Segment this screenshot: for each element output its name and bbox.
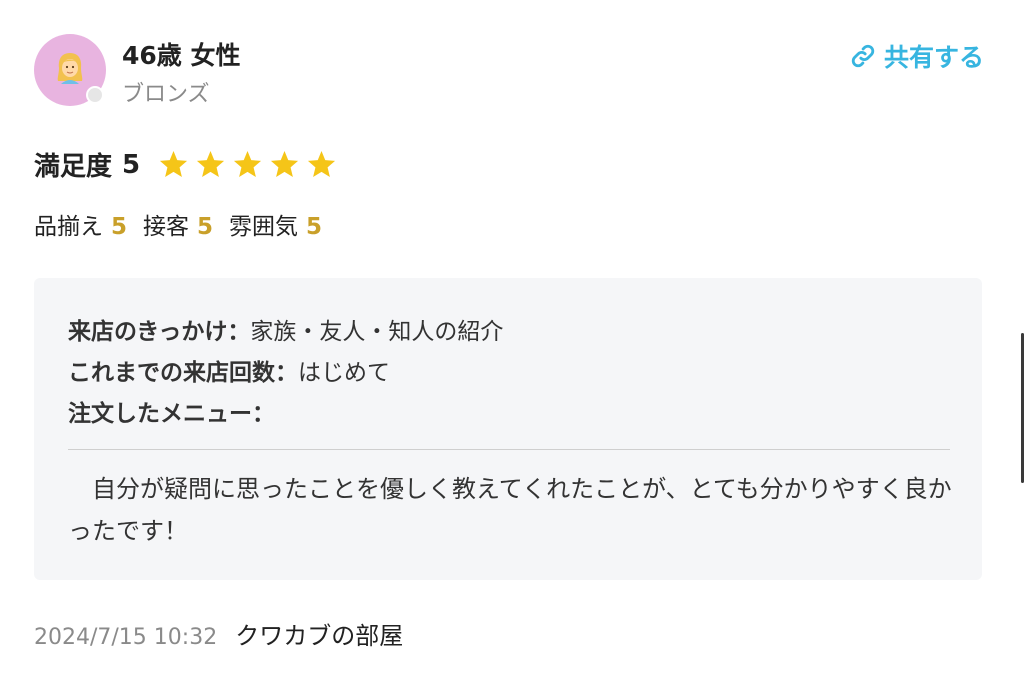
sub-rating-atmosphere: 雰囲気 5 <box>229 207 322 241</box>
blonde-person-icon <box>57 53 83 84</box>
star-rating <box>158 149 337 180</box>
satisfaction-value: 5 <box>122 149 141 180</box>
star-icon <box>234 150 262 178</box>
shop-name[interactable]: クワカブの部屋 <box>235 616 403 651</box>
star-icon <box>197 150 225 178</box>
sub-ratings: 品揃え 5 接客 5 雰囲気 5 <box>34 207 322 241</box>
share-label: 共有する <box>883 43 984 72</box>
share-button[interactable]: 共有する <box>850 38 984 74</box>
review-header: 46歳 女性 ブロンズ 共有する <box>34 34 984 107</box>
star-icon <box>271 150 299 178</box>
reviewer-rank: ブロンズ <box>122 82 210 107</box>
info-key: 来店のきっかけ： <box>68 319 251 345</box>
sub-rating-value: 5 <box>197 214 214 240</box>
post-date: 2024/7/15 10:32 <box>34 625 218 650</box>
sub-rating-selection: 品揃え 5 <box>34 207 127 241</box>
visit-info: 来店のきっかけ：家族・友人・知人の紹介 これまでの来店回数：はじめて 注文したメ… <box>68 312 503 435</box>
star-icon <box>308 150 336 178</box>
info-value: 家族・友人・知人の紹介 <box>250 319 504 345</box>
sub-rating-value: 5 <box>306 214 323 240</box>
info-key: これまでの来店回数： <box>68 360 298 386</box>
review-comment: 自分が疑問に思ったことを優しく教えてくれたことが、とても分かりやすく良かったです… <box>68 475 952 545</box>
sub-rating-label: 雰囲気 <box>229 214 299 240</box>
info-key: 注文したメニュー： <box>68 401 275 427</box>
sub-rating-service: 接客 5 <box>143 207 213 241</box>
link-icon <box>851 44 875 68</box>
sub-rating-label: 品揃え <box>34 214 103 240</box>
reviewer-avatar[interactable] <box>34 34 106 106</box>
divider <box>68 449 950 450</box>
info-value: はじめて <box>298 360 390 386</box>
info-row-ordered-menu: 注文したメニュー： <box>68 394 503 435</box>
scrollbar-track[interactable] <box>1018 0 1024 686</box>
review-detail-box: 来店のきっかけ：家族・友人・知人の紹介 これまでの来店回数：はじめて 注文したメ… <box>34 278 982 580</box>
star-icon <box>160 150 188 178</box>
sub-rating-value: 5 <box>111 214 128 240</box>
status-dot <box>86 86 104 104</box>
satisfaction-rating: 満足度 5 <box>34 146 337 183</box>
info-row-visit-count: これまでの来店回数：はじめて <box>68 353 503 394</box>
sub-rating-label: 接客 <box>143 214 190 240</box>
info-row-visit-reason: 来店のきっかけ：家族・友人・知人の紹介 <box>68 312 503 353</box>
reviewer-name[interactable]: 46歳 女性 <box>122 36 241 72</box>
review-footer: 2024/7/15 10:32 クワカブの部屋 <box>34 616 403 651</box>
satisfaction-label: 満足度 <box>34 152 113 182</box>
